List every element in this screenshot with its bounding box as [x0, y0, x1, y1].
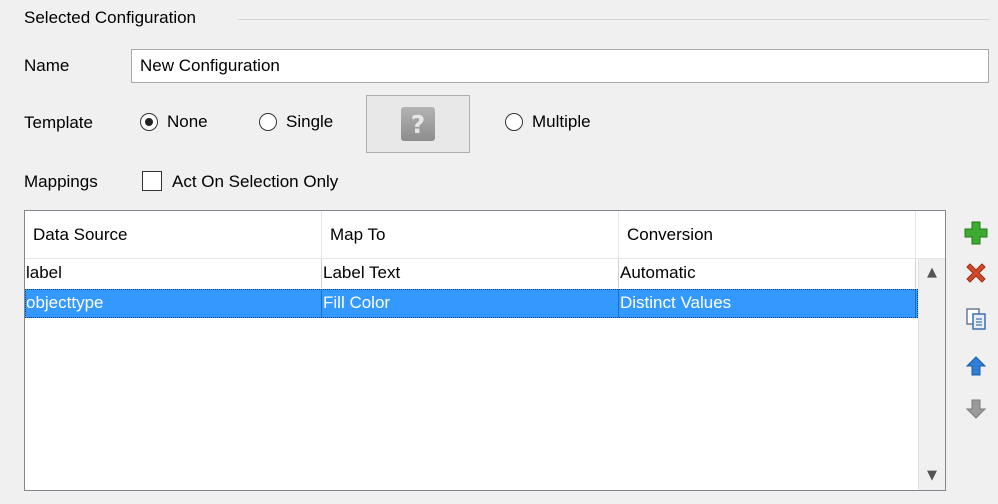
template-radio-single[interactable]: Single [259, 112, 333, 132]
mappings-label: Mappings [24, 172, 98, 191]
radio-multiple-label: Multiple [532, 112, 591, 131]
act-on-selection-checkbox[interactable] [142, 171, 162, 191]
copy-icon[interactable] [960, 303, 992, 335]
column-header-map-to[interactable]: Map To [322, 211, 619, 259]
cell-data-source[interactable]: objecttype [25, 289, 322, 318]
group-title: Selected Configuration [24, 8, 197, 27]
scroll-down-arrow-icon[interactable]: ▼ [919, 462, 945, 488]
delete-icon[interactable] [960, 257, 992, 289]
radio-none-label: None [167, 112, 208, 131]
table-row[interactable]: label Label Text Automatic [25, 259, 918, 288]
table-row-selected[interactable]: objecttype Fill Color Distinct Values [25, 289, 918, 318]
cell-conversion[interactable]: Automatic [619, 259, 916, 288]
radio-single-indicator[interactable] [259, 113, 277, 131]
group-divider [238, 19, 990, 20]
template-select-button[interactable]: ? [366, 95, 470, 153]
radio-single-label: Single [286, 112, 334, 131]
cell-data-source[interactable]: label [25, 259, 322, 288]
name-label: Name [24, 56, 70, 75]
template-label: Template [24, 113, 93, 132]
scroll-up-arrow-icon[interactable]: ▲ [919, 259, 945, 285]
template-radio-none[interactable]: None [140, 112, 208, 132]
template-radio-multiple[interactable]: Multiple [505, 112, 591, 132]
table-vertical-scrollbar[interactable]: ▲ ▼ [918, 259, 945, 490]
add-icon[interactable] [960, 217, 992, 249]
move-up-icon[interactable] [960, 350, 992, 382]
radio-none-indicator[interactable] [140, 113, 158, 131]
column-header-conversion[interactable]: Conversion [619, 211, 916, 259]
column-header-data-source[interactable]: Data Source [25, 211, 322, 259]
cell-map-to[interactable]: Fill Color [322, 289, 619, 318]
cell-map-to[interactable]: Label Text [322, 259, 619, 288]
name-input[interactable]: New Configuration [131, 49, 989, 83]
cell-conversion[interactable]: Distinct Values [619, 289, 916, 318]
radio-multiple-indicator[interactable] [505, 113, 523, 131]
move-down-icon[interactable] [960, 393, 992, 425]
mappings-table: Data Source Map To Conversion label Labe… [24, 210, 946, 491]
column-header-filler [916, 211, 945, 259]
question-mark-icon: ? [401, 107, 435, 141]
act-on-selection-label[interactable]: Act On Selection Only [172, 172, 338, 192]
